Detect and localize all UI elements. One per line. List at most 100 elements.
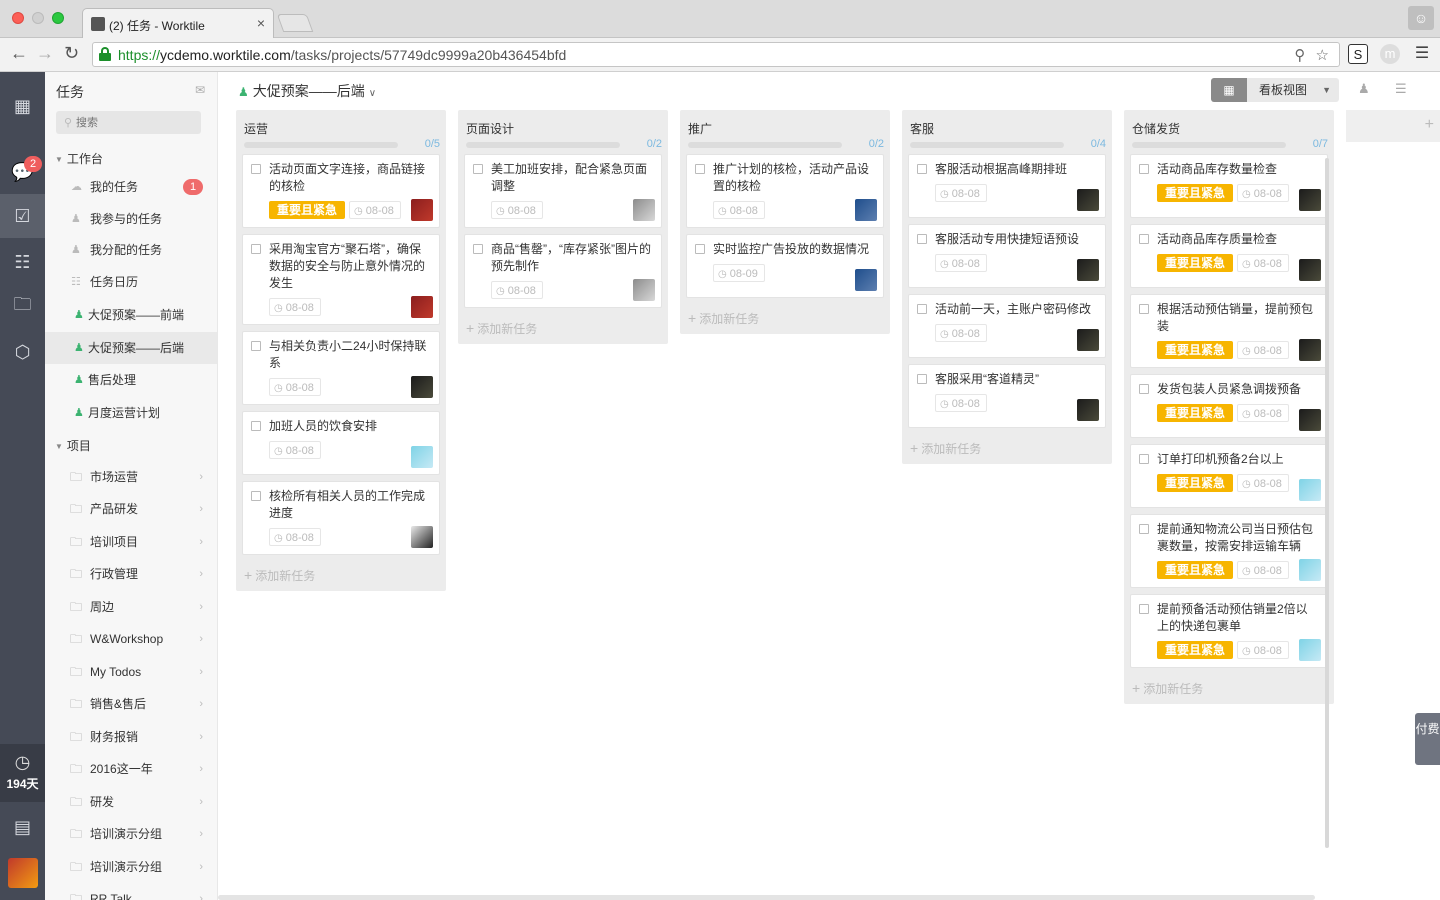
tab-close-icon[interactable]: × bbox=[257, 15, 265, 31]
project-folder[interactable]: 🗀 产品研发 › bbox=[45, 493, 217, 525]
assignee-avatar[interactable] bbox=[1077, 329, 1099, 351]
task-checkbox[interactable] bbox=[473, 244, 483, 254]
due-date[interactable]: ◷ 08-08 bbox=[1237, 641, 1289, 659]
user-avatar[interactable] bbox=[8, 858, 38, 888]
contacts-icon[interactable]: ▤ bbox=[0, 805, 45, 849]
assignee-avatar[interactable] bbox=[1299, 559, 1321, 581]
sidebar-item-assigned-tasks[interactable]: ♟ 我分配的任务 bbox=[45, 234, 217, 266]
pay-button[interactable]: 付费 bbox=[1415, 713, 1440, 765]
project-folder[interactable]: 🗀 W&Workshop › bbox=[45, 623, 217, 655]
due-date[interactable]: ◷ 08-08 bbox=[269, 378, 321, 396]
task-checkbox[interactable] bbox=[1139, 164, 1149, 174]
task-checkbox[interactable] bbox=[1139, 524, 1149, 534]
assignee-avatar[interactable] bbox=[633, 279, 655, 301]
workbench-section[interactable]: ▼ 工作台 bbox=[55, 150, 103, 167]
task-card[interactable]: 商品“售罄”，“库存紧张”图片的预先制作 ◷ 08-08 bbox=[464, 234, 662, 308]
assignee-avatar[interactable] bbox=[1077, 189, 1099, 211]
due-date[interactable]: ◷ 08-08 bbox=[935, 394, 987, 412]
task-card[interactable]: 客服活动根据高峰期排班 ◷ 08-08 bbox=[908, 154, 1106, 218]
tasks-icon[interactable]: ☑ bbox=[0, 194, 45, 238]
project-folder[interactable]: 🗀 My Todos › bbox=[45, 656, 217, 688]
task-card[interactable]: 提前通知物流公司当日预估包裹数量，按需安排运输车辆 重要且紧急 ◷ 08-08 bbox=[1130, 514, 1328, 588]
due-date[interactable]: ◷ 08-08 bbox=[1237, 254, 1289, 272]
task-card[interactable]: 加班人员的饮食安排 ◷ 08-08 bbox=[242, 411, 440, 475]
browser-profile-icon[interactable]: ☺ bbox=[1408, 6, 1434, 30]
task-checkbox[interactable] bbox=[917, 304, 927, 314]
due-date[interactable]: ◷ 08-08 bbox=[269, 528, 321, 546]
assignee-avatar[interactable] bbox=[411, 446, 433, 468]
due-date[interactable]: ◷ 08-08 bbox=[269, 298, 321, 316]
add-task-button[interactable]: + 添加新任务 bbox=[458, 314, 668, 344]
add-column-button[interactable]: + bbox=[1346, 110, 1440, 142]
sidebar-item-participated-tasks[interactable]: ♟ 我参与的任务 bbox=[45, 203, 217, 235]
assignee-avatar[interactable] bbox=[1077, 399, 1099, 421]
forward-arrow-icon[interactable]: → bbox=[36, 43, 54, 64]
due-date[interactable]: ◷ 08-08 bbox=[713, 201, 765, 219]
sidebar-item-task-calendar[interactable]: ☷ 任务日历 bbox=[45, 266, 217, 298]
task-card[interactable]: 与相关负责小二24小时保持联系 ◷ 08-08 bbox=[242, 331, 440, 405]
project-folder[interactable]: 🗀 市场运营 › bbox=[45, 461, 217, 493]
task-checkbox[interactable] bbox=[1139, 234, 1149, 244]
trial-days[interactable]: ◷ 194天 bbox=[0, 744, 45, 802]
window-close-button[interactable] bbox=[12, 12, 24, 24]
bookmark-star-icon[interactable]: ☆ bbox=[1316, 47, 1329, 64]
due-date[interactable]: ◷ 08-08 bbox=[1237, 561, 1289, 579]
task-checkbox[interactable] bbox=[251, 164, 261, 174]
add-task-button[interactable]: + 添加新任务 bbox=[1124, 674, 1334, 704]
task-checkbox[interactable] bbox=[917, 164, 927, 174]
task-card[interactable]: 客服活动专用快捷短语预设 ◷ 08-08 bbox=[908, 224, 1106, 288]
task-checkbox[interactable] bbox=[1139, 604, 1149, 614]
project-folder[interactable]: 🗀 研发 › bbox=[45, 786, 217, 818]
task-checkbox[interactable] bbox=[473, 164, 483, 174]
column-title[interactable]: 仓储发货 bbox=[1132, 120, 1180, 137]
task-card[interactable]: 推广计划的核检，活动产品设置的核检 ◷ 08-08 bbox=[686, 154, 884, 228]
extension-s-icon[interactable]: S bbox=[1348, 44, 1368, 64]
due-date[interactable]: ◷ 08-08 bbox=[1237, 474, 1289, 492]
assignee-avatar[interactable] bbox=[411, 296, 433, 318]
project-folder[interactable]: 🗀 培训演示分组 › bbox=[45, 851, 217, 883]
task-card[interactable]: 采用淘宝官方“聚石塔”，确保数据的安全与防止意外情况的发生 ◷ 08-08 bbox=[242, 234, 440, 325]
project-folder[interactable]: 🗀 周边 › bbox=[45, 591, 217, 623]
task-checkbox[interactable] bbox=[251, 421, 261, 431]
add-task-button[interactable]: + 添加新任务 bbox=[902, 434, 1112, 464]
task-checkbox[interactable] bbox=[695, 164, 705, 174]
task-checkbox[interactable] bbox=[1139, 454, 1149, 464]
due-date[interactable]: ◷ 08-09 bbox=[713, 264, 765, 282]
assignee-avatar[interactable] bbox=[411, 526, 433, 548]
address-bar[interactable]: https://ycdemo.worktile.com/tasks/projec… bbox=[92, 42, 1340, 67]
due-date[interactable]: ◷ 08-08 bbox=[935, 254, 987, 272]
due-date[interactable]: ◷ 08-08 bbox=[491, 201, 543, 219]
column-title[interactable]: 页面设计 bbox=[466, 120, 514, 137]
inbox-icon[interactable]: ✉ bbox=[195, 83, 205, 97]
due-date[interactable]: ◷ 08-08 bbox=[1237, 404, 1289, 422]
add-task-button[interactable]: + 添加新任务 bbox=[236, 561, 446, 591]
project-folder[interactable]: 🗀 培训项目 › bbox=[45, 526, 217, 558]
column-title[interactable]: 运营 bbox=[244, 120, 268, 137]
search-input[interactable] bbox=[76, 114, 194, 131]
due-date[interactable]: ◷ 08-08 bbox=[349, 201, 401, 219]
assignee-avatar[interactable] bbox=[411, 376, 433, 398]
apps-cube-icon[interactable]: ⬡ bbox=[0, 330, 45, 374]
browser-menu-icon[interactable]: ☰ bbox=[1412, 44, 1432, 64]
back-arrow-icon[interactable]: ← bbox=[10, 43, 28, 64]
assignee-avatar[interactable] bbox=[633, 199, 655, 221]
project-folder[interactable]: 🗀 2016这一年 › bbox=[45, 753, 217, 785]
assignee-avatar[interactable] bbox=[1299, 479, 1321, 501]
assignee-avatar[interactable] bbox=[855, 269, 877, 291]
chat-icon[interactable]: 💬 2 bbox=[0, 150, 45, 194]
window-minimize-button[interactable] bbox=[32, 12, 44, 24]
dashboard-icon[interactable]: ▦ bbox=[0, 84, 45, 128]
url-text[interactable]: https://ycdemo.worktile.com/tasks/projec… bbox=[118, 47, 566, 63]
assignee-avatar[interactable] bbox=[1299, 409, 1321, 431]
due-date[interactable]: ◷ 08-08 bbox=[935, 324, 987, 342]
task-card[interactable]: 客服采用“客道精灵” ◷ 08-08 bbox=[908, 364, 1106, 428]
due-date[interactable]: ◷ 08-08 bbox=[1237, 184, 1289, 202]
task-card[interactable]: 美工加班安排，配合紧急页面调整 ◷ 08-08 bbox=[464, 154, 662, 228]
board-grid-icon[interactable]: ▦ bbox=[1211, 78, 1247, 102]
task-checkbox[interactable] bbox=[917, 234, 927, 244]
sidebar-item-my-tasks[interactable]: ☁ 我的任务 1 bbox=[45, 171, 217, 203]
task-card[interactable]: 发货包装人员紧急调拨预备 重要且紧急 ◷ 08-08 bbox=[1130, 374, 1328, 438]
assignee-avatar[interactable] bbox=[411, 199, 433, 221]
members-icon[interactable]: ♟ bbox=[1358, 81, 1370, 97]
horizontal-scrollbar[interactable] bbox=[218, 895, 1315, 900]
